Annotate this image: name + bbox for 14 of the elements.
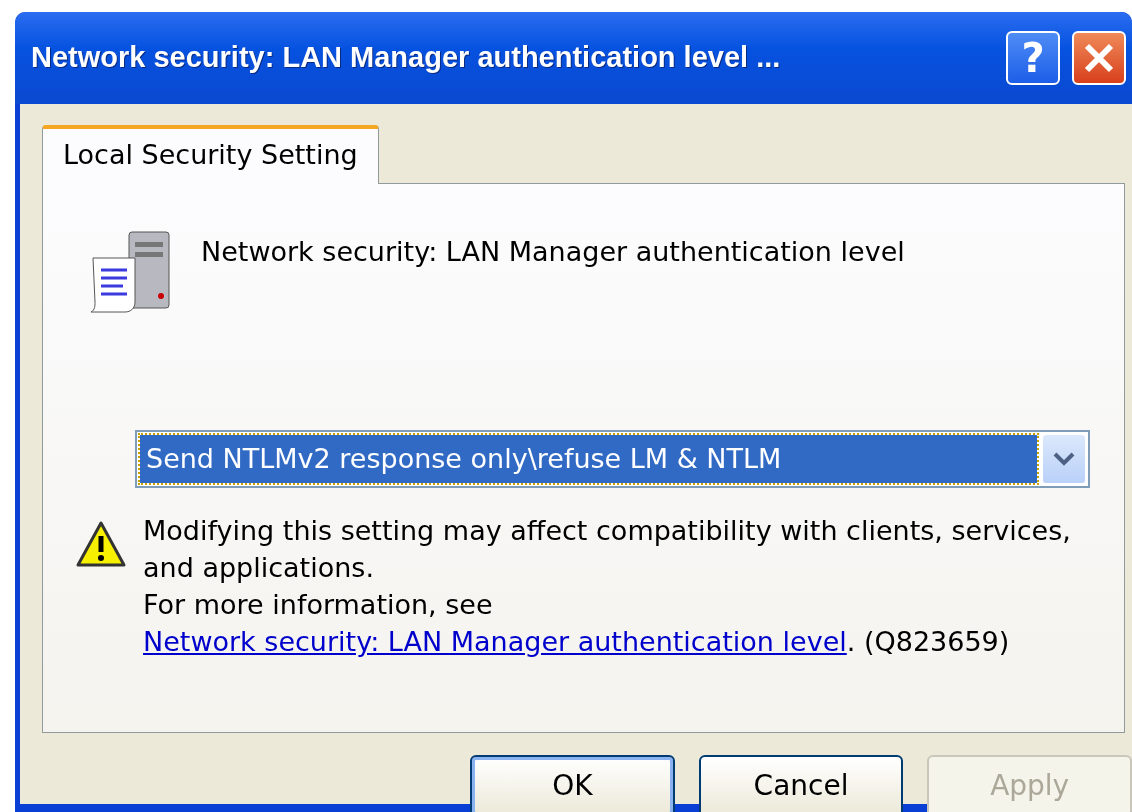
help-button[interactable]: ? (1006, 31, 1060, 85)
window-title: Network security: LAN Manager authentication level ... (31, 40, 782, 76)
more-info-text: For more information, see Network security: LAN Manager authentication level. (Q823659) (143, 587, 1011, 659)
tab[interactable]: Local Security Setting (42, 125, 379, 184)
warning-text: Modifying this setting may affect compatibility with clients, services, and applications. (143, 513, 1072, 585)
dialog-button[interactable]: Cancel (698, 754, 904, 812)
setting-dropdown[interactable]: Send NTLMv2 response only\refuse LM & NTLM (135, 429, 1090, 488)
chevron-down-icon (1052, 450, 1076, 467)
close-icon (1082, 41, 1116, 75)
warning-icon (75, 519, 127, 568)
policy-name: Network security: LAN Manager authentication level (201, 234, 905, 269)
help-link[interactable]: Network security: LAN Manager authentication level (143, 625, 847, 657)
dialog-button[interactable]: OK (470, 754, 675, 812)
close-button[interactable] (1072, 31, 1126, 85)
